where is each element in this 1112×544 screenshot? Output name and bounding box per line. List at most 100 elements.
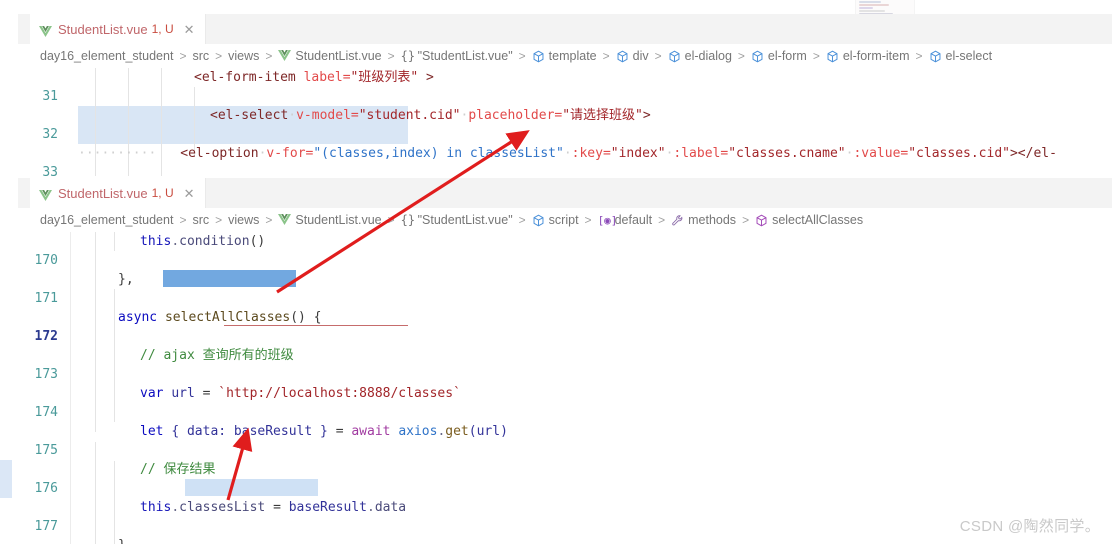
tok: "classes.cid" — [908, 146, 1010, 161]
breadcrumb-bottom: day16_element_student > src > views > St… — [18, 208, 1112, 232]
breadcrumb-item[interactable]: selectAllClasses — [755, 213, 863, 227]
cube-blue-icon — [751, 50, 764, 63]
close-icon[interactable]: ✕ — [184, 187, 195, 200]
tok: let — [140, 424, 164, 439]
line-number: 170 — [34, 253, 58, 268]
code-area-top[interactable]: 31 <el-form-item label="班级列表" > 32 <el-s… — [0, 68, 1112, 256]
cube-blue-icon — [929, 50, 942, 63]
breadcrumb-item[interactable]: div — [616, 49, 649, 63]
tok: . — [171, 234, 180, 249]
breadcrumb-item[interactable]: el-form — [751, 49, 807, 63]
tok: // 保存结果 — [140, 462, 216, 477]
tok: "班级列表" — [350, 70, 419, 85]
tok: <el-select — [210, 108, 289, 123]
tab-studentlist-vue-bottom[interactable]: StudentList.vue 1, U ✕ — [30, 178, 206, 208]
match-highlight — [185, 479, 318, 496]
tok: <el-form-item — [194, 70, 296, 85]
vue-logo-icon — [278, 49, 292, 63]
code-line[interactable]: 173 // ajax 查询所有的班级 — [0, 346, 1112, 382]
breadcrumb-separator: > — [812, 49, 820, 63]
breadcrumb-separator: > — [215, 49, 223, 63]
indent-guide — [95, 442, 96, 544]
code-line[interactable]: 174 var url = `http://localhost:8888/cla… — [0, 384, 1112, 420]
code-line[interactable]: 32 <el-select·v-model="student.cid"·plac… — [0, 106, 1112, 142]
breadcrumb-item[interactable]: {} "StudentList.vue" — [401, 49, 513, 63]
breadcrumb-separator: > — [742, 213, 750, 227]
tok: selectAllClasses — [164, 310, 291, 325]
breadcrumb-item[interactable]: src — [192, 213, 209, 227]
tok: label= — [303, 70, 351, 85]
breadcrumb-item[interactable]: [◉] default — [598, 213, 653, 227]
code-line[interactable]: 170 this.condition() — [0, 232, 1112, 268]
line-content: }, — [78, 270, 134, 289]
editor-pane-top: StudentList.vue 1, U ✕ day16_element_stu… — [0, 14, 1112, 256]
code-line[interactable]: 172 async selectAllClasses() { — [0, 308, 1112, 344]
breadcrumb-item[interactable]: StudentList.vue — [278, 213, 382, 227]
cube-blue-icon — [616, 50, 629, 63]
tab-label: StudentList.vue — [58, 185, 148, 201]
code-line[interactable]: 178 } — [0, 536, 1112, 544]
vue-logo-icon — [278, 213, 292, 227]
cube-blue-icon — [532, 214, 545, 227]
breadcrumb-item[interactable]: methods — [671, 213, 736, 227]
code-line[interactable]: 177 this.classesList = baseResult.data — [0, 498, 1112, 534]
tok: classesList — [179, 500, 266, 515]
vue-logo-icon — [39, 188, 52, 201]
breadcrumb-separator: > — [518, 49, 526, 63]
close-icon[interactable]: ✕ — [184, 23, 195, 36]
breadcrumb-separator: > — [387, 213, 395, 227]
breadcrumb-item[interactable]: {} "StudentList.vue" — [401, 213, 513, 227]
code-line[interactable]: 176 // 保存结果 — [0, 460, 1112, 496]
breadcrumb-item[interactable]: day16_element_student — [40, 49, 173, 63]
line-content: // ajax 查询所有的班级 — [78, 346, 294, 365]
line-content: this.classesList = baseResult.data — [78, 498, 406, 517]
tab-bar-top: StudentList.vue 1, U ✕ — [18, 14, 1112, 44]
breadcrumb-item[interactable]: views — [228, 49, 259, 63]
tok: "classes.cname" — [728, 146, 846, 161]
breadcrumb-item[interactable]: day16_element_student — [40, 213, 173, 227]
breadcrumb-separator: > — [602, 49, 610, 63]
breadcrumb-item[interactable]: template — [532, 49, 597, 63]
tok: . — [367, 500, 375, 515]
tok: placeholder= — [468, 108, 563, 123]
tok: = — [335, 424, 344, 439]
breadcrumb-item[interactable]: script — [532, 213, 579, 227]
line-number: 175 — [34, 443, 58, 458]
code-line[interactable]: 33 ·········· <el-option·v-for="(classes,… — [0, 144, 1112, 180]
line-content: ·········· <el-option·v-for="(classes,ind… — [78, 146, 1057, 161]
tok: } — [118, 538, 126, 544]
tab-studentlist-vue-top[interactable]: StudentList.vue 1, U ✕ — [30, 14, 206, 44]
breadcrumb-item[interactable]: StudentList.vue — [278, 49, 382, 63]
tok: get — [445, 424, 469, 439]
tok: baseResult — [288, 500, 367, 515]
tok: "(classes,index) in classesList" — [313, 146, 564, 161]
breadcrumb-separator: > — [179, 49, 187, 63]
vue-logo-icon — [39, 24, 52, 37]
tok: () { — [290, 310, 322, 325]
tok: // ajax 查询所有的班级 — [140, 348, 294, 363]
line-content: var url = `http://localhost:8888/classes… — [78, 384, 461, 403]
tok: data — [374, 500, 407, 515]
tok: > — [642, 108, 651, 123]
code-line[interactable]: 171 }, — [0, 270, 1112, 306]
tok: () — [249, 234, 266, 249]
breadcrumb-item[interactable]: el-select — [929, 49, 992, 63]
editor-pane-bottom: StudentList.vue 1, U ✕ day16_element_stu… — [0, 178, 1112, 544]
tok: v-model= — [296, 108, 359, 123]
breadcrumb-item[interactable]: views — [228, 213, 259, 227]
code-area-bottom[interactable]: 170 this.condition() 171 }, 172 async se… — [0, 232, 1112, 544]
tok: }, — [118, 272, 134, 287]
breadcrumb-item[interactable]: el-form-item — [826, 49, 910, 63]
line-number: 176 — [34, 481, 58, 496]
tok: condition — [179, 234, 250, 249]
breadcrumb-separator: > — [737, 49, 745, 63]
tok: async — [118, 310, 158, 325]
watermark: CSDN @陶然同学。 — [959, 518, 1100, 535]
breadcrumb-separator: > — [265, 213, 273, 227]
breadcrumb-item[interactable]: src — [192, 49, 209, 63]
code-line[interactable]: 31 <el-form-item label="班级列表" > — [0, 68, 1112, 104]
breadcrumb-item[interactable]: el-dialog — [668, 49, 732, 63]
code-line[interactable]: 175 let { data: baseResult } = await axi… — [0, 422, 1112, 458]
screenshot-root: StudentList.vue 1, U ✕ day16_element_stu… — [0, 0, 1112, 544]
line-number: 173 — [34, 367, 58, 382]
